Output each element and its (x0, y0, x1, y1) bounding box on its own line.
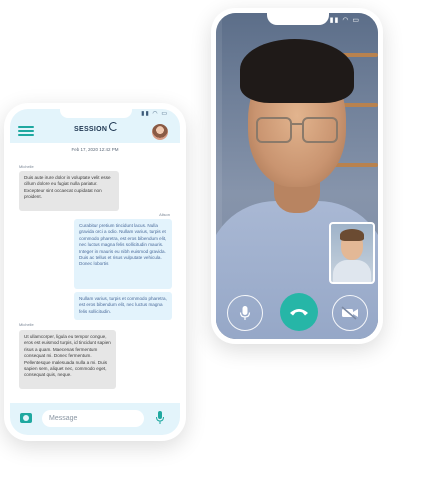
status-bar-icons: ▮▮ ◠ ▭ (329, 17, 360, 24)
end-call-button[interactable] (280, 293, 318, 331)
message-bubble-incoming: Duis aute irure dolor in voluptate velit… (19, 171, 119, 211)
message-composer: Message (10, 403, 180, 435)
message-sender: Alison (159, 212, 170, 217)
glasses (256, 117, 292, 143)
self-view-thumbnail[interactable] (329, 222, 375, 284)
chat-phone: ▮▮ ◠ ▭ SESSION Feb 17, 2020 12:42 PM Mic… (4, 103, 186, 441)
phone-notch (267, 13, 329, 25)
avatar[interactable] (152, 124, 168, 140)
message-bubble-incoming: Ut ullamcorper, ligula eu tempor congue,… (19, 330, 116, 389)
message-sender: Michelle (19, 322, 34, 327)
hamburger-menu-icon[interactable] (18, 126, 34, 136)
mic-icon[interactable] (156, 411, 164, 425)
phone-notch (60, 109, 132, 118)
video-camera-off-icon (341, 306, 358, 320)
chat-header: ▮▮ ◠ ▭ SESSION (10, 109, 180, 143)
status-bar-icons: ▮▮ ◠ ▭ (141, 111, 168, 117)
app-logo-text: SESSION (74, 126, 108, 133)
self-view-hair (340, 229, 364, 241)
mute-button[interactable] (227, 295, 263, 331)
shelf (334, 163, 378, 167)
camera-icon[interactable] (20, 413, 32, 423)
message-bubble-outgoing: Nullam varius, turpis et commodo pharetr… (74, 292, 172, 320)
glasses (302, 117, 338, 143)
logo-swirl-icon (109, 122, 118, 131)
message-sender: Michelle (19, 164, 34, 169)
video-call-screen: ▮▮ ◠ ▭ (216, 13, 378, 339)
caller-hair (240, 39, 354, 103)
message-input[interactable]: Message (42, 410, 144, 427)
self-view-body (333, 260, 371, 282)
video-toggle-button[interactable] (332, 295, 368, 331)
mic-icon (239, 306, 251, 320)
end-call-icon (290, 309, 308, 316)
glasses-bridge (290, 123, 302, 125)
chat-screen: ▮▮ ◠ ▭ SESSION Feb 17, 2020 12:42 PM Mic… (10, 109, 180, 435)
video-call-phone: ▮▮ ◠ ▭ (211, 8, 383, 344)
message-bubble-outgoing: Curabitur pretium tincidunt lacus. Nulla… (74, 219, 172, 289)
chat-date: Feb 17, 2020 12:42 PM (71, 147, 119, 152)
